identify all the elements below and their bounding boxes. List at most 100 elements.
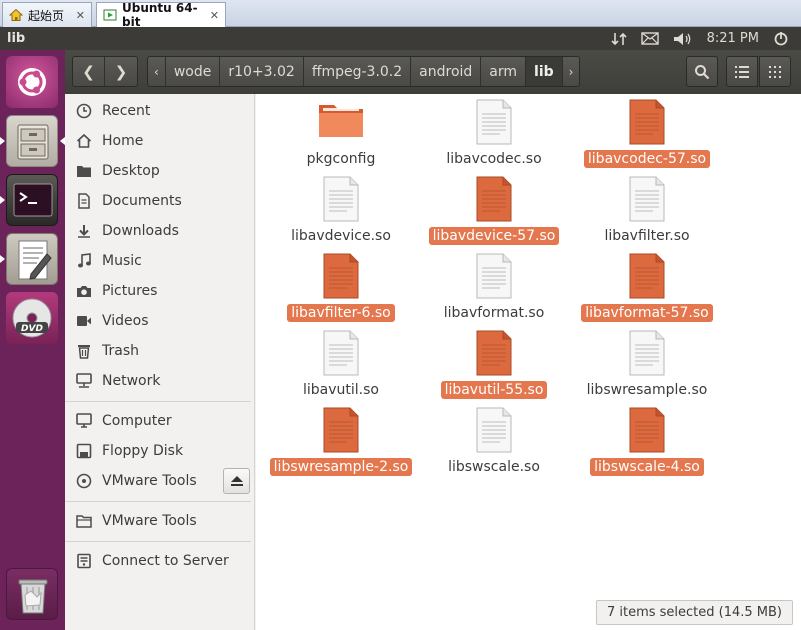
text-editor-launcher-button[interactable] [6, 233, 58, 285]
file-item[interactable]: libswresample.so [572, 330, 722, 404]
grid-view-button[interactable] [759, 56, 791, 87]
file-item[interactable]: libavfilter.so [572, 176, 722, 250]
folder-icon [75, 512, 93, 530]
trash-launcher-button[interactable] [6, 568, 58, 620]
file-name: libavcodec-57.so [583, 150, 711, 168]
dvd-launcher-button[interactable]: DVD [6, 292, 58, 344]
server-icon [75, 552, 93, 570]
file-item-selected[interactable]: libavformat-57.so [572, 253, 722, 327]
document-icon [623, 330, 671, 378]
sidebar-item-label: Floppy Disk [102, 443, 184, 459]
clock[interactable]: 8:21 PM [707, 31, 759, 46]
music-icon [75, 252, 93, 270]
file-item[interactable]: libavcodec.so [419, 99, 569, 173]
breadcrumb-item[interactable]: ffmpeg-3.0.2 [304, 57, 412, 86]
sidebar-item-documents[interactable]: Documents [65, 187, 251, 215]
file-item[interactable]: libswscale.so [419, 407, 569, 481]
sidebar-item-label: Connect to Server [102, 553, 229, 569]
file-item[interactable]: pkgconfig [266, 99, 416, 173]
file-item[interactable]: libavutil.so [266, 330, 416, 404]
vm-tab-strip: 起始页 ✕ Ubuntu 64-bit ✕ [0, 0, 801, 29]
search-icon [695, 64, 710, 79]
breadcrumb-current[interactable]: lib [526, 57, 563, 86]
sidebar-item-floppy-disk[interactable]: Floppy Disk [65, 437, 251, 465]
eject-icon [230, 476, 243, 486]
running-indicator [0, 255, 5, 263]
floppy-icon [75, 442, 93, 460]
places-sidebar: Recent Home Desktop Documents Downloads … [65, 94, 255, 630]
sidebar-item-connect-to-server[interactable]: Connect to Server [65, 547, 251, 575]
top-panel: lib 8:21 PM [0, 27, 801, 50]
file-name: libavdevice-57.so [428, 227, 560, 245]
list-view-icon [735, 65, 749, 78]
file-item-selected[interactable]: libswresample-2.so [266, 407, 416, 481]
document-icon [75, 192, 93, 210]
mail-icon[interactable] [640, 32, 659, 45]
power-gear-icon[interactable] [773, 31, 789, 47]
clock-icon [75, 102, 93, 120]
sidebar-item-trash[interactable]: Trash [65, 337, 251, 365]
camera-icon [75, 282, 93, 300]
file-view[interactable]: pkgconfig libavcodec.so libavcodec-57.so… [256, 94, 801, 630]
breadcrumb-item[interactable]: arm [481, 57, 527, 86]
sidebar-item-label: Downloads [102, 223, 179, 239]
sidebar-divider [65, 501, 251, 502]
breadcrumb-scroll-right[interactable]: › [563, 57, 580, 86]
terminal-launcher-button[interactable] [6, 174, 58, 226]
file-item-selected[interactable]: libavutil-55.so [419, 330, 569, 404]
sidebar-item-label: Documents [102, 193, 182, 209]
file-name: pkgconfig [306, 151, 376, 167]
grid-view-icon [769, 65, 781, 78]
breadcrumb-item[interactable]: r10+3.02 [220, 57, 304, 86]
list-view-button[interactable] [726, 56, 758, 87]
sidebar-item-network[interactable]: Network [65, 367, 251, 395]
sidebar-item-home[interactable]: Home [65, 127, 251, 155]
file-item-selected[interactable]: libavcodec-57.so [572, 99, 722, 173]
eject-button[interactable] [223, 468, 250, 494]
network-arrows-icon[interactable] [611, 31, 627, 47]
sidebar-item-desktop[interactable]: Desktop [65, 157, 251, 185]
close-icon[interactable]: ✕ [76, 9, 85, 22]
sidebar-item-label: Computer [102, 413, 172, 429]
status-bar: 7 items selected (14.5 MB) [595, 600, 793, 625]
file-item-selected[interactable]: libavfilter-6.so [266, 253, 416, 327]
sidebar-item-vmware-tools-bookmark[interactable]: VMware Tools [65, 507, 251, 535]
download-icon [75, 222, 93, 240]
vm-tab-ubuntu[interactable]: Ubuntu 64-bit ✕ [96, 1, 226, 29]
close-icon[interactable]: ✕ [210, 9, 219, 22]
file-item-selected[interactable]: libavdevice-57.so [419, 176, 569, 250]
sidebar-item-label: Pictures [102, 283, 158, 299]
ubuntu-dash-button[interactable] [6, 56, 58, 108]
text-editor-icon [18, 240, 52, 280]
breadcrumb-scroll-left[interactable]: ‹ [148, 57, 166, 86]
sidebar-item-pictures[interactable]: Pictures [65, 277, 251, 305]
history-nav: ❮ ❯ [72, 56, 138, 87]
unity-launcher: DVD [0, 50, 65, 630]
vm-tab-home[interactable]: 起始页 ✕ [2, 2, 92, 27]
file-item[interactable]: libavdevice.so [266, 176, 416, 250]
back-button[interactable]: ❮ [73, 57, 105, 86]
document-icon [470, 99, 518, 147]
sidebar-item-videos[interactable]: Videos [65, 307, 251, 335]
file-name: libavcodec.so [446, 151, 542, 167]
volume-icon[interactable] [673, 31, 693, 47]
video-icon [75, 312, 93, 330]
computer-icon [75, 412, 93, 430]
sidebar-item-downloads[interactable]: Downloads [65, 217, 251, 245]
home-icon [75, 132, 93, 150]
file-item-selected[interactable]: libswscale-4.so [572, 407, 722, 481]
sidebar-item-label: Music [102, 253, 142, 269]
file-name: libavfilter.so [604, 228, 690, 244]
breadcrumb-item[interactable]: wode [166, 57, 221, 86]
file-name: libavutil.so [303, 382, 379, 398]
sidebar-item-label: VMware Tools [102, 513, 197, 529]
sidebar-item-recent[interactable]: Recent [65, 97, 251, 125]
breadcrumb-item[interactable]: android [411, 57, 482, 86]
forward-button[interactable]: ❯ [105, 57, 137, 86]
sidebar-item-music[interactable]: Music [65, 247, 251, 275]
search-button[interactable] [686, 56, 718, 87]
files-launcher-button[interactable] [6, 115, 58, 167]
document-icon [623, 176, 671, 224]
file-item[interactable]: libavformat.so [419, 253, 569, 327]
sidebar-item-computer[interactable]: Computer [65, 407, 251, 435]
